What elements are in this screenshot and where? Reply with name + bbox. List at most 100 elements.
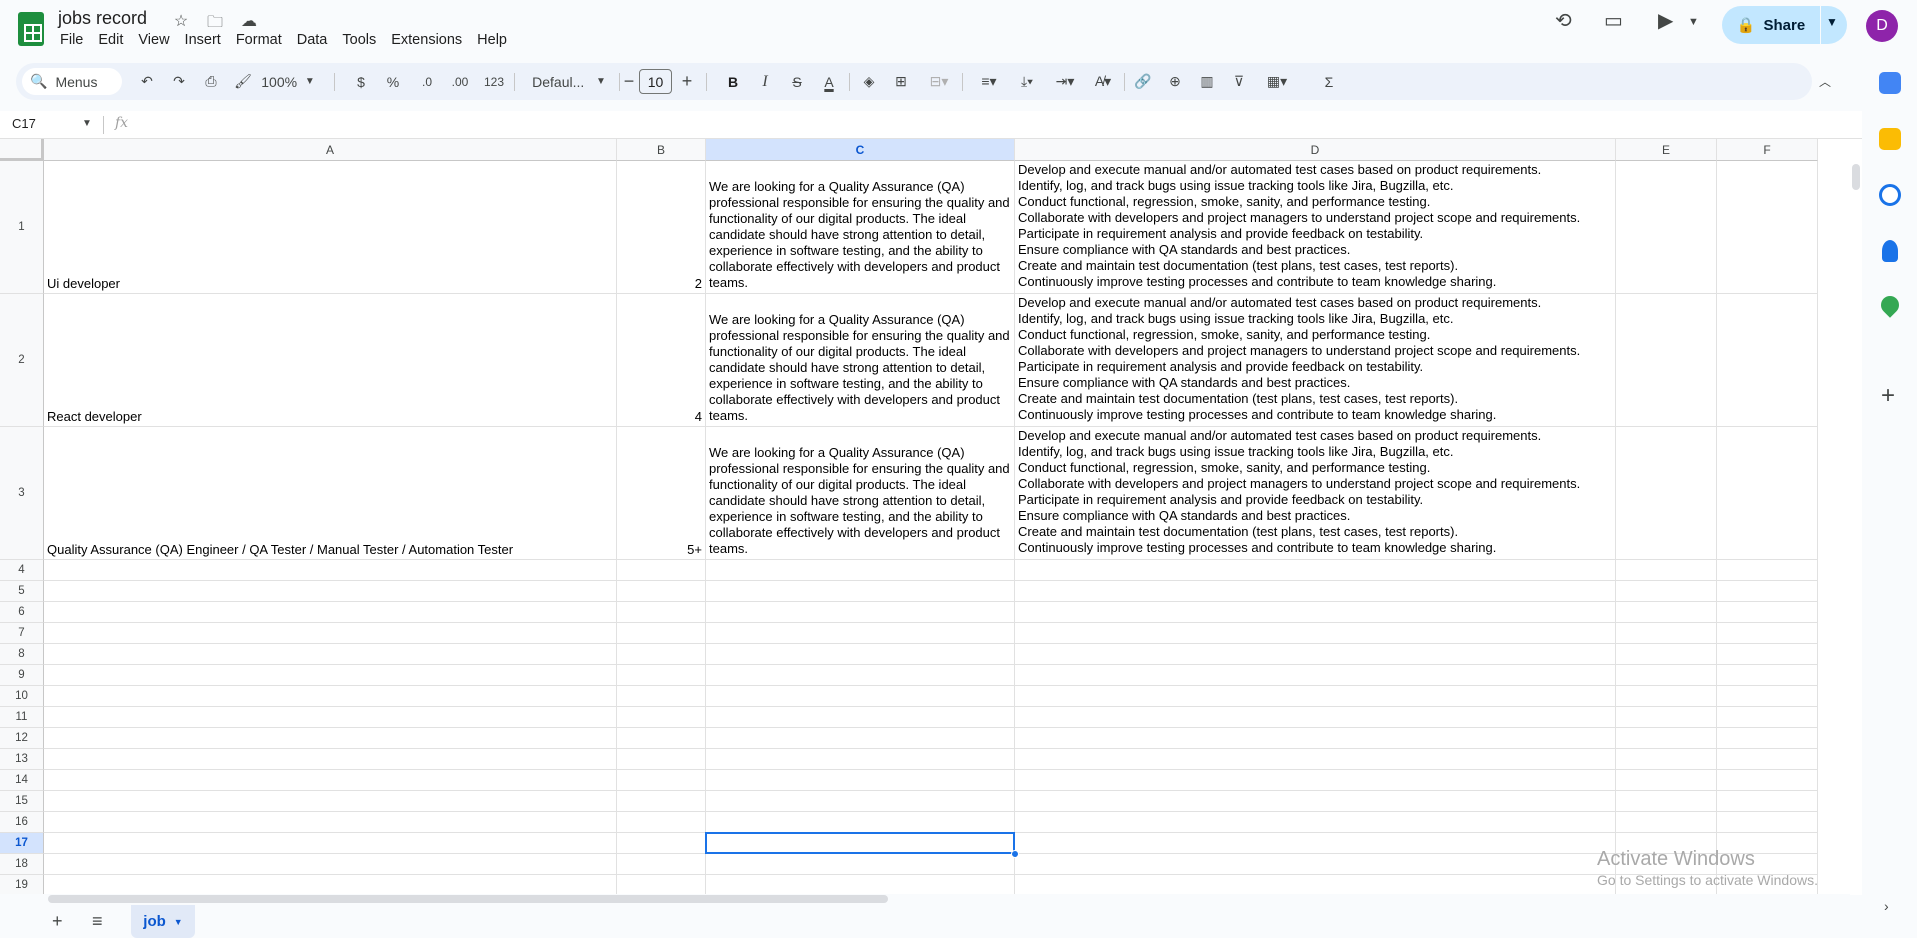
row-header[interactable]: 17: [0, 833, 44, 854]
row-header[interactable]: 10: [0, 686, 44, 707]
cell-empty[interactable]: [1717, 602, 1818, 623]
cell-empty[interactable]: [44, 854, 617, 875]
active-cell[interactable]: [705, 832, 1015, 854]
cell-empty[interactable]: [617, 749, 706, 770]
cell-empty[interactable]: [1015, 602, 1616, 623]
cell-empty[interactable]: [706, 602, 1015, 623]
chevron-down-icon[interactable]: ▼: [174, 917, 183, 927]
cell-empty[interactable]: [1015, 770, 1616, 791]
show-side-panel-icon[interactable]: ›: [1884, 898, 1889, 914]
menus-search[interactable]: 🔍 Menus: [22, 68, 122, 95]
increase-decimal-button[interactable]: .00: [446, 63, 474, 100]
cell-empty[interactable]: [1015, 749, 1616, 770]
cell-empty[interactable]: [44, 665, 617, 686]
name-box-dropdown-icon[interactable]: ▼: [82, 118, 92, 129]
cell-empty[interactable]: [44, 602, 617, 623]
row-header[interactable]: 16: [0, 812, 44, 833]
cell-empty[interactable]: [1015, 728, 1616, 749]
horizontal-align-icon[interactable]: ≡▾: [972, 63, 1006, 100]
cell-responsibilities[interactable]: Develop and execute manual and/or automa…: [1015, 427, 1616, 560]
cell-empty[interactable]: [706, 770, 1015, 791]
cell-description[interactable]: We are looking for a Quality Assurance (…: [706, 294, 1015, 427]
cell-empty[interactable]: [1616, 427, 1717, 560]
print-icon[interactable]: ⎙: [200, 63, 222, 100]
cell-empty[interactable]: [706, 560, 1015, 581]
strikethrough-button[interactable]: S: [786, 63, 808, 100]
cell-empty[interactable]: [1015, 707, 1616, 728]
avatar[interactable]: D: [1866, 10, 1898, 42]
cell-empty[interactable]: [1616, 644, 1717, 665]
borders-icon[interactable]: ⊞: [890, 63, 912, 100]
menu-extensions[interactable]: Extensions: [391, 32, 469, 48]
column-header-e[interactable]: E: [1616, 139, 1717, 161]
cell-empty[interactable]: [44, 833, 617, 854]
cell-empty[interactable]: [706, 749, 1015, 770]
cell-empty[interactable]: [617, 770, 706, 791]
percent-format-button[interactable]: %: [382, 63, 404, 100]
cell-empty[interactable]: [44, 728, 617, 749]
vertical-align-icon[interactable]: ⤓▾: [1010, 63, 1044, 100]
menu-tools[interactable]: Tools: [342, 32, 383, 48]
text-wrapping-icon[interactable]: ⇥▾: [1048, 63, 1082, 100]
cell-empty[interactable]: [1015, 560, 1616, 581]
row-header[interactable]: 15: [0, 791, 44, 812]
font-select[interactable]: Defaul... ▼: [524, 63, 614, 100]
share-button[interactable]: 🔒 Share: [1722, 6, 1820, 44]
cell-empty[interactable]: [706, 686, 1015, 707]
text-rotation-icon[interactable]: A̸▾: [1086, 63, 1120, 100]
cell-empty[interactable]: [617, 581, 706, 602]
cell-empty[interactable]: [1717, 427, 1818, 560]
cell-empty[interactable]: [1616, 791, 1717, 812]
document-title[interactable]: jobs record: [58, 8, 147, 29]
filter-views-icon[interactable]: ▦▾: [1260, 63, 1294, 100]
cell-empty[interactable]: [1616, 623, 1717, 644]
cell-empty[interactable]: [1717, 161, 1818, 294]
cell-empty[interactable]: [706, 644, 1015, 665]
calendar-icon[interactable]: [1879, 72, 1901, 94]
cell-empty[interactable]: [706, 623, 1015, 644]
cell-job-title[interactable]: React developer: [44, 294, 617, 427]
cell-empty[interactable]: [1717, 665, 1818, 686]
cell-empty[interactable]: [617, 854, 706, 875]
decrease-font-size-icon[interactable]: −: [620, 63, 638, 100]
cell-empty[interactable]: [1015, 812, 1616, 833]
filter-icon[interactable]: ⊽: [1228, 63, 1250, 100]
cell-empty[interactable]: [1616, 686, 1717, 707]
fill-color-icon[interactable]: ◈: [858, 63, 880, 100]
vertical-scroll-thumb[interactable]: [1852, 164, 1860, 190]
row-header[interactable]: 13: [0, 749, 44, 770]
cell-empty[interactable]: [44, 875, 617, 894]
font-size-input[interactable]: 10: [639, 69, 672, 94]
sheet-tab-job[interactable]: job ▼: [131, 905, 195, 938]
cell-empty[interactable]: [44, 560, 617, 581]
row-header[interactable]: 19: [0, 875, 44, 894]
zoom-select[interactable]: 100% ▼: [258, 63, 318, 100]
functions-icon[interactable]: Σ: [1318, 63, 1340, 100]
cell-empty[interactable]: [617, 602, 706, 623]
insert-link-icon[interactable]: 🔗: [1132, 63, 1154, 100]
column-header-c[interactable]: C: [706, 139, 1015, 161]
row-header[interactable]: 18: [0, 854, 44, 875]
cell-experience[interactable]: 4: [617, 294, 706, 427]
cell-empty[interactable]: [44, 770, 617, 791]
cell-empty[interactable]: [1616, 581, 1717, 602]
cell-empty[interactable]: [1015, 833, 1616, 854]
cell-empty[interactable]: [1616, 728, 1717, 749]
column-header-b[interactable]: B: [617, 139, 706, 161]
all-sheets-icon[interactable]: ≡: [92, 911, 103, 932]
sheets-logo-icon[interactable]: [18, 12, 44, 46]
cell-empty[interactable]: [1015, 665, 1616, 686]
cell-empty[interactable]: [1616, 161, 1717, 294]
cell-empty[interactable]: [1717, 749, 1818, 770]
cell-empty[interactable]: [44, 707, 617, 728]
cell-empty[interactable]: [1616, 707, 1717, 728]
cell-empty[interactable]: [617, 665, 706, 686]
cell-empty[interactable]: [44, 623, 617, 644]
cell-empty[interactable]: [1616, 560, 1717, 581]
currency-format-button[interactable]: $: [350, 63, 372, 100]
increase-font-size-icon[interactable]: +: [678, 63, 696, 100]
cell-empty[interactable]: [706, 854, 1015, 875]
cell-empty[interactable]: [1015, 644, 1616, 665]
cell-responsibilities[interactable]: Develop and execute manual and/or automa…: [1015, 161, 1616, 294]
cell-empty[interactable]: [706, 791, 1015, 812]
